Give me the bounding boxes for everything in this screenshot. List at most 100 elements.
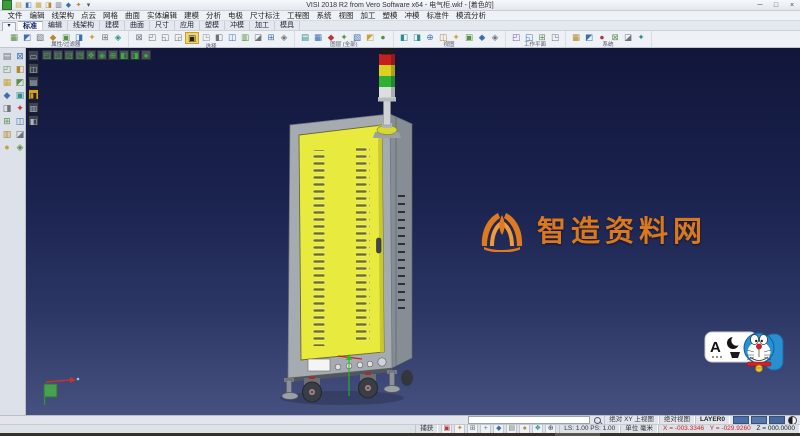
active-layer-label[interactable]: LAYER0	[695, 416, 730, 424]
menu-item[interactable]: 网格	[100, 11, 122, 21]
layer-color-swatch[interactable]	[733, 416, 749, 424]
quick-access-icon[interactable]: ▤	[14, 1, 23, 10]
minimize-button[interactable]: ─	[752, 0, 768, 11]
mini-toolbar-icon[interactable]: ◨	[28, 89, 39, 100]
toolbar-icon[interactable]: ◈	[489, 32, 501, 42]
view-orientation-icon[interactable]: ●	[141, 50, 151, 60]
toolbar-icon[interactable]: ●	[596, 32, 608, 42]
view-orientation-icon[interactable]: ◲	[64, 50, 74, 60]
ribbon-tab[interactable]: 尺寸	[150, 21, 175, 30]
view-orientation-icon[interactable]: ⊕	[108, 50, 118, 60]
toolbar-icon[interactable]: ✦	[338, 32, 350, 42]
toolbar-icon[interactable]: ◆	[47, 32, 59, 42]
menu-item[interactable]: 系统	[313, 11, 335, 21]
menu-item[interactable]: 塑模	[379, 11, 401, 21]
close-button[interactable]: ×	[784, 0, 800, 11]
menu-item[interactable]: 冲模	[401, 11, 423, 21]
menu-item[interactable]: 文件	[4, 11, 26, 21]
toolbar-icon[interactable]: ▦	[312, 32, 324, 42]
toolbar-icon[interactable]: ▥	[239, 32, 251, 42]
dock-tool-icon[interactable]: ▦	[1, 76, 13, 88]
toolbar-icon[interactable]: ◩	[21, 32, 33, 42]
mini-toolbar-icon[interactable]: ▤	[28, 76, 39, 87]
quick-access-icon[interactable]: ▾	[84, 1, 93, 10]
toolbar-icon[interactable]: ◨	[411, 32, 423, 42]
menu-item[interactable]: 加工	[357, 11, 379, 21]
dock-tool-icon[interactable]: ▤	[1, 50, 13, 62]
menu-item[interactable]: 建模	[181, 11, 203, 21]
toolbar-icon[interactable]: ▦	[570, 32, 582, 42]
view-orientation-icon[interactable]: ◳	[75, 50, 85, 60]
quick-access-icon[interactable]: ▥	[54, 1, 63, 10]
view-orientation-icon[interactable]: ◨	[130, 50, 140, 60]
dock-tool-icon[interactable]: ⊞	[1, 115, 13, 127]
view-orientation-icon[interactable]: ◱	[53, 50, 63, 60]
mini-toolbar-icon[interactable]: ▥	[28, 102, 39, 113]
quick-access-icon[interactable]: ◧	[24, 1, 33, 10]
layer-color-swatch[interactable]	[769, 416, 785, 424]
toolbar-icon[interactable]: ✦	[450, 32, 462, 42]
menu-item[interactable]: 视图	[335, 11, 357, 21]
status-command-input[interactable]	[468, 416, 590, 424]
dock-tool-icon[interactable]: ◰	[1, 63, 13, 75]
toolbar-icon[interactable]: ◈	[278, 32, 290, 42]
toolbar-icon[interactable]: ▣	[185, 32, 199, 44]
toolbar-icon[interactable]: ▧	[351, 32, 363, 42]
toolbar-icon[interactable]: ✦	[635, 32, 647, 42]
toolbar-icon[interactable]: ◧	[398, 32, 410, 42]
dock-tool-icon[interactable]: ◩	[14, 76, 26, 88]
toolbar-icon[interactable]: ◩	[364, 32, 376, 42]
dock-tool-icon[interactable]: ◨	[1, 102, 13, 114]
toolbar-icon[interactable]: ◱	[159, 32, 171, 42]
search-icon[interactable]	[594, 417, 601, 424]
menu-item[interactable]: 点云	[78, 11, 100, 21]
ribbon-tab[interactable]: 塑模	[200, 21, 225, 30]
quick-access-icon[interactable]: ◆	[64, 1, 73, 10]
toolbar-icon[interactable]: ▣	[60, 32, 72, 42]
toolbar-icon[interactable]: ⊕	[424, 32, 436, 42]
ribbon-tab[interactable]: 冲模	[225, 21, 250, 30]
toolbar-icon[interactable]: ◆	[325, 32, 337, 42]
toolbar-icon[interactable]: ⊠	[609, 32, 621, 42]
mini-toolbar-icon[interactable]: ◧	[28, 115, 39, 126]
ribbon-tab[interactable]: 应用	[175, 21, 200, 30]
menu-item[interactable]: 工程图	[284, 11, 314, 21]
dock-tool-icon[interactable]: ⊠	[14, 50, 26, 62]
toolbar-icon[interactable]: ◪	[622, 32, 634, 42]
ribbon-tab[interactable]: 曲面	[125, 21, 150, 30]
toolbar-icon[interactable]: ▤	[299, 32, 311, 42]
dock-tool-icon[interactable]: ◫	[14, 115, 26, 127]
toolbar-icon[interactable]: ●	[377, 32, 389, 42]
toolbar-icon[interactable]: ⊞	[265, 32, 277, 42]
active-view-label[interactable]: 绝对 XY 上视图	[604, 416, 659, 424]
mini-toolbar-icon[interactable]: ▭	[28, 50, 39, 61]
maximize-button[interactable]: □	[768, 0, 784, 11]
input-method-widget[interactable]: A	[703, 326, 785, 376]
menu-item[interactable]: 电极	[225, 11, 247, 21]
layer-color-swatch[interactable]	[751, 416, 767, 424]
toolbar-icon[interactable]: ◱	[523, 32, 535, 42]
dock-tool-icon[interactable]: ▣	[14, 89, 26, 101]
toolbar-icon[interactable]: ◰	[146, 32, 158, 42]
toolbar-icon[interactable]: ◧	[213, 32, 225, 42]
ribbon-tab[interactable]: 模具	[275, 21, 300, 30]
toolbar-icon[interactable]: ▣	[463, 32, 475, 42]
quick-access-icon[interactable]: ◨	[44, 1, 53, 10]
mini-toolbar-icon[interactable]: ◫	[28, 63, 39, 74]
toolbar-icon[interactable]: ◫	[437, 32, 449, 42]
toolbar-icon[interactable]: ◈	[112, 32, 124, 42]
coordinate-mode-label[interactable]: 绝对视图	[659, 416, 695, 424]
ime-mode-letter[interactable]: A	[710, 339, 721, 356]
menu-item[interactable]: 实体编辑	[144, 11, 181, 21]
toolbar-icon[interactable]: ◨	[73, 32, 85, 42]
units-label[interactable]: 单位 毫米	[620, 425, 658, 433]
dock-tool-icon[interactable]: ◧	[14, 63, 26, 75]
toolbar-icon[interactable]: ◳	[549, 32, 561, 42]
menu-item[interactable]: 分析	[203, 11, 225, 21]
toolbar-icon[interactable]: ▧	[34, 32, 46, 42]
toolbar-icon[interactable]: ◰	[510, 32, 522, 42]
toolbar-icon[interactable]: ⊞	[99, 32, 111, 42]
ribbon-tab[interactable]: 建模	[100, 21, 125, 30]
toolbar-icon[interactable]: ◲	[172, 32, 184, 42]
3d-viewport[interactable]: ▭◫▤◨▥◧ ◰◱◲◳❖◈⊕◧◨●	[26, 48, 800, 415]
